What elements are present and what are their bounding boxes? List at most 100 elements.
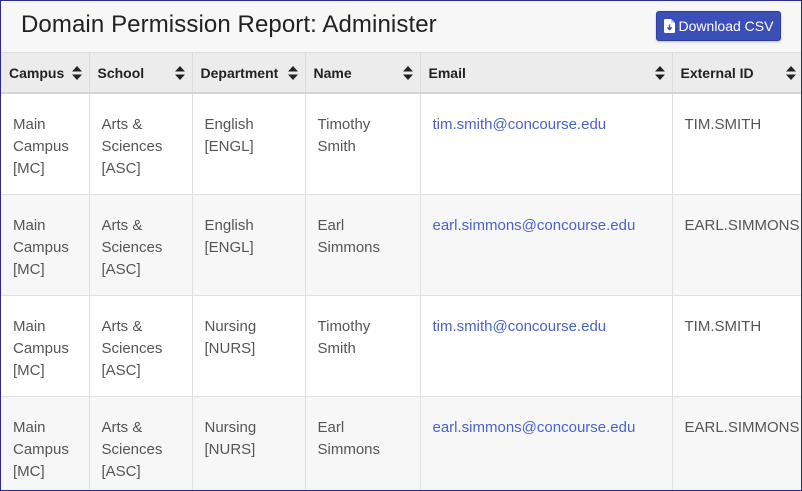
cell-text: Simmons (317, 238, 381, 256)
column-label: Department (200, 64, 279, 81)
cell-text: Main (13, 216, 46, 234)
cell-text: Sciences (101, 138, 163, 155)
cell-name: Earl Simmons (305, 396, 421, 490)
download-csv-button[interactable]: Download CSV (656, 11, 781, 41)
sort-icon[interactable] (402, 65, 414, 81)
cell-text: [MC] (13, 160, 45, 177)
sort-icon[interactable] (174, 65, 186, 81)
cell-text: [NURS] (204, 440, 256, 458)
cell-department: Nursing [NURS] (192, 295, 306, 397)
cell-text: Arts & (101, 418, 143, 436)
email-link[interactable]: earl.simmons@concourse.edu (433, 217, 636, 234)
cell-external-id: EARL.SIMMONS (672, 396, 801, 490)
download-csv-label: Download CSV (678, 18, 774, 34)
column-label: External ID (680, 64, 754, 81)
cell-text: Sciences (101, 440, 163, 458)
email-link[interactable]: tim.smith@concourse.edu (433, 318, 607, 335)
sort-icon[interactable] (71, 65, 83, 81)
cell-email: earl.simmons@concourse.edu (420, 396, 673, 490)
column-label: Email (428, 64, 466, 81)
cell-text: Nursing (204, 317, 257, 335)
sort-icon[interactable] (654, 65, 666, 81)
cell-text: Main (13, 418, 46, 436)
cell-campus: Main Campus [MC] (1, 93, 90, 195)
sort-icon[interactable] (287, 65, 299, 81)
cell-text: EARL.SIMMONS (684, 418, 800, 436)
cell-email: tim.smith@concourse.edu (420, 93, 673, 195)
cell-text: Arts & (101, 216, 143, 234)
column-header-campus[interactable]: Campus (1, 53, 90, 94)
column-header-email[interactable]: Email (420, 53, 673, 94)
cell-external-id: EARL.SIMMONS (672, 194, 801, 296)
cell-school: Arts & Sciences [ASC] (89, 396, 193, 490)
column-header-external-id[interactable]: External ID (672, 53, 801, 94)
cell-text: Sciences (101, 238, 163, 256)
cell-text: Arts & (101, 317, 143, 335)
cell-text: [ENGL] (204, 238, 254, 256)
cell-school: Arts & Sciences [ASC] (89, 93, 193, 195)
cell-school: Arts & Sciences [ASC] (89, 295, 193, 397)
cell-text: Earl (317, 216, 345, 234)
table-header-row: Campus School Department Name Email Exte… (1, 53, 801, 94)
cell-text: [ENGL] (204, 138, 254, 155)
cell-text: [ASC] (101, 462, 141, 480)
cell-text: [ASC] (101, 361, 141, 379)
column-header-name[interactable]: Name (305, 53, 421, 94)
table-row: Main Campus [MC] Arts & Sciences [ASC] N… (1, 295, 801, 397)
cell-text: [MC] (13, 361, 45, 379)
cell-text: EARL.SIMMONS (684, 216, 800, 234)
cell-campus: Main Campus [MC] (1, 396, 90, 490)
cell-campus: Main Campus [MC] (1, 194, 90, 296)
cell-external-id: TIM.SMITH (672, 93, 801, 195)
cell-text: Campus (13, 138, 69, 155)
cell-text: [ASC] (101, 260, 141, 278)
sort-icon[interactable] (785, 65, 797, 81)
cell-text: [MC] (13, 462, 45, 480)
cell-text: English (204, 216, 254, 234)
cell-text: Arts & (101, 116, 143, 133)
cell-text: [NURS] (204, 339, 256, 357)
cell-school: Arts & Sciences [ASC] (89, 194, 193, 296)
cell-email: earl.simmons@concourse.edu (420, 194, 673, 296)
cell-text: Sciences (101, 339, 163, 357)
page-title: Domain Permission Report: Administer (21, 11, 437, 38)
cell-text: [ASC] (101, 160, 141, 177)
cell-text: Smith (317, 339, 356, 357)
cell-text: Main (13, 116, 46, 133)
report-window: Domain Permission Report: Administer Dow… (0, 0, 802, 491)
cell-name: Timothy Smith (305, 295, 421, 397)
cell-text: Nursing (204, 418, 257, 436)
table-row: Main Campus [MC] Arts & Sciences [ASC] N… (1, 396, 801, 490)
cell-text: Timothy (317, 317, 371, 335)
cell-text: [MC] (13, 260, 45, 278)
cell-text: Simmons (317, 440, 381, 458)
email-link[interactable]: earl.simmons@concourse.edu (433, 419, 636, 436)
cell-name: Timothy Smith (305, 93, 421, 195)
table-row: Main Campus [MC] Arts & Sciences [ASC] E… (1, 194, 801, 296)
cell-name: Earl Simmons (305, 194, 421, 296)
cell-campus: Main Campus [MC] (1, 295, 90, 397)
cell-email: tim.smith@concourse.edu (420, 295, 673, 397)
column-header-department[interactable]: Department (192, 53, 306, 94)
cell-text: TIM.SMITH (684, 317, 762, 335)
column-label: Campus (9, 64, 65, 81)
permission-table: Campus School Department Name Email Exte… (1, 53, 801, 490)
cell-external-id: TIM.SMITH (672, 295, 801, 397)
cell-text: Main (13, 317, 46, 335)
cell-text: English (204, 116, 254, 133)
cell-text: TIM.SMITH (684, 116, 762, 133)
cell-text: Campus (13, 339, 69, 357)
column-label: Name (313, 64, 352, 81)
column-header-school[interactable]: School (89, 53, 193, 94)
cell-text: Campus (13, 440, 69, 458)
cell-text: Timothy (317, 116, 371, 133)
cell-text: Campus (13, 238, 69, 256)
cell-text: Smith (317, 138, 356, 155)
cell-text: Earl (317, 418, 345, 436)
email-link[interactable]: tim.smith@concourse.edu (433, 116, 607, 133)
table-row: Main Campus [MC] Arts & Sciences [ASC] E… (1, 93, 801, 195)
cell-department: Nursing [NURS] (192, 396, 306, 490)
report-header: Domain Permission Report: Administer Dow… (1, 1, 801, 53)
cell-department: English [ENGL] (192, 93, 306, 195)
column-label: School (97, 64, 145, 81)
